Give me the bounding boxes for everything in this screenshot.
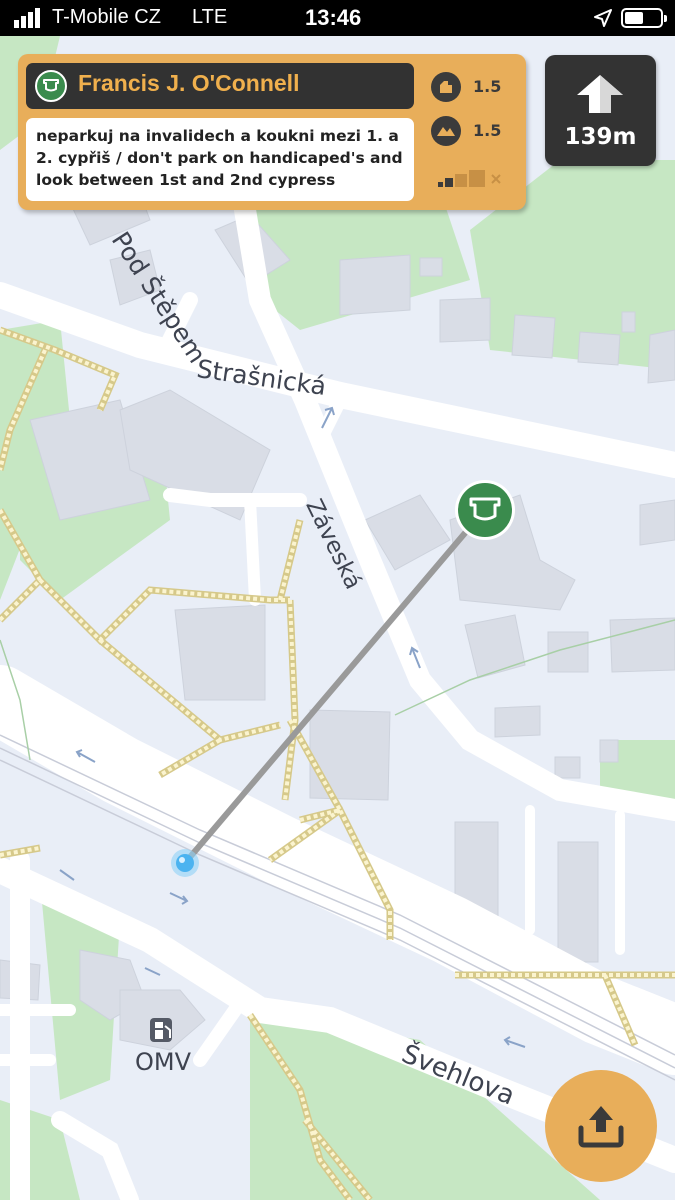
difficulty-icon (431, 72, 461, 102)
location-arrow-icon (594, 9, 612, 27)
navigation-direction-box[interactable]: 139m (545, 55, 656, 166)
cache-marker (455, 480, 515, 540)
cache-info-card[interactable]: Francis J. O'Connell neparkuj na invalid… (18, 54, 526, 210)
map-view[interactable]: Pod Štěpem Strašnická Záveská Švehlova O… (0, 36, 675, 1200)
cache-size-icon (438, 170, 501, 187)
share-button[interactable] (545, 1070, 657, 1182)
network-type: LTE (192, 6, 228, 28)
gas-station-icon (150, 1018, 172, 1042)
map-canvas[interactable] (0, 36, 675, 1200)
distance-to-cache: 139m (564, 124, 637, 150)
poi-label-omv: OMV (135, 1048, 192, 1076)
user-location-dot (171, 849, 199, 877)
cache-header: Francis J. O'Connell (26, 63, 414, 109)
terrain-icon (431, 116, 461, 146)
terrain-value: 1.5 (473, 121, 502, 140)
share-upload-icon (578, 1106, 624, 1148)
terrain-rating: 1.5 (431, 116, 521, 148)
signal-strength-icon (14, 8, 40, 28)
carrier-name: T-Mobile CZ (52, 6, 161, 28)
arrow-up-icon (577, 75, 623, 113)
difficulty-value: 1.5 (473, 77, 502, 96)
difficulty-rating: 1.5 (431, 72, 521, 104)
clock: 13:46 (305, 5, 362, 30)
cache-pot-icon (35, 70, 67, 102)
status-bar: T-Mobile CZ LTE 13:46 (0, 0, 675, 36)
battery-icon (621, 8, 667, 28)
cache-hint: neparkuj na invalidech a koukni mezi 1. … (26, 118, 414, 201)
cache-title: Francis J. O'Connell (78, 70, 300, 96)
